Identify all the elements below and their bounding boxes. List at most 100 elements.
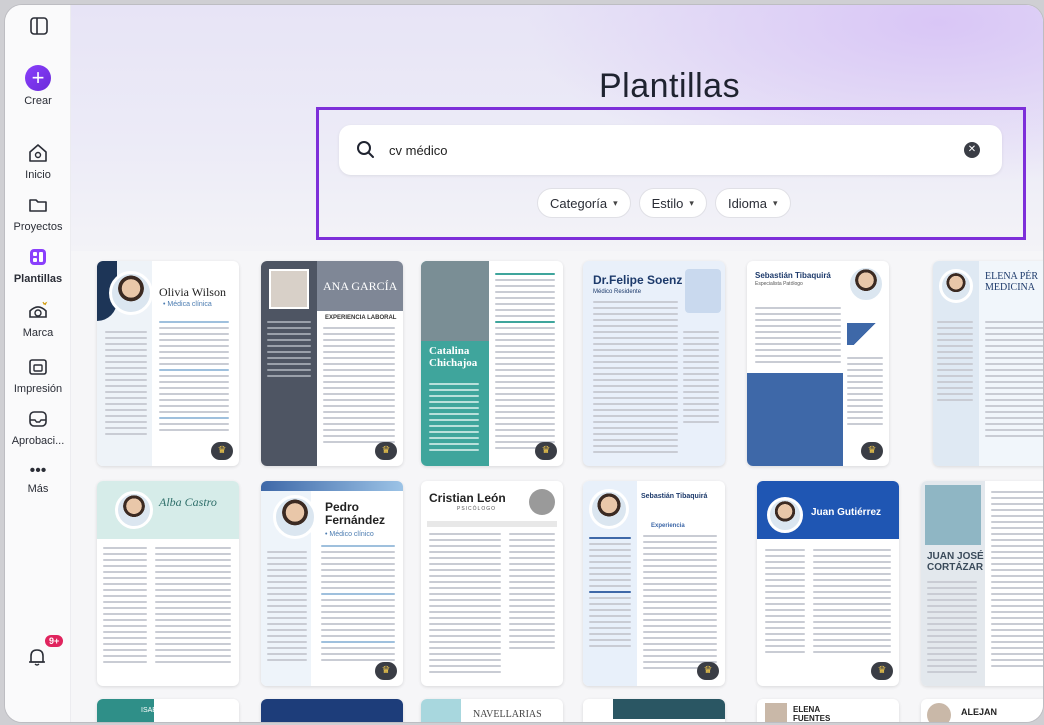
template-card[interactable]: ISABEL: [97, 699, 239, 722]
avatar: [939, 269, 973, 303]
hero-header: Plantillas ✕ Categoría ▾ Estilo ▾: [71, 5, 1043, 251]
sidebar-item-proyectos[interactable]: Proyectos: [5, 193, 71, 233]
template-card[interactable]: Catalina Chichajoa ♛: [421, 261, 563, 466]
template-name: Sebastián Tibaquirá: [755, 271, 831, 280]
template-card[interactable]: Juan Gutiérrez ♛: [757, 481, 899, 686]
sidebar-item-inicio[interactable]: Inicio: [5, 141, 71, 181]
template-name: ANA GARCÍA: [323, 279, 398, 293]
avatar: [589, 489, 629, 529]
template-subtitle: • Médico clínico: [325, 531, 374, 538]
chevron-down-icon: ▾: [689, 197, 694, 208]
template-card[interactable]: Pedro Fernández • Médico clínico ♛: [261, 481, 403, 686]
crown-icon: ♛: [871, 662, 893, 680]
template-subtitle: EXPERIENCIA LABORAL: [325, 315, 397, 321]
sidebar-item-label: Inicio: [25, 169, 51, 181]
notification-badge: 9+: [43, 633, 66, 649]
sidebar-toggle-icon[interactable]: [28, 15, 50, 37]
template-card[interactable]: Cristian León PSICÓLOGO: [421, 481, 563, 686]
app-window: + Crear Inicio Proyectos Plantillas Marc…: [4, 4, 1044, 723]
filter-bar: Categoría ▾ Estilo ▾ Idioma ▾: [537, 188, 791, 218]
sidebar-item-label: Crear: [24, 95, 52, 107]
template-name: Dr.Felipe Soenz: [593, 273, 683, 287]
sidebar-item-crear[interactable]: + Crear: [5, 65, 71, 107]
template-subtitle: Especialista Patólogo: [755, 281, 803, 287]
template-name: ELENA FUENTES: [793, 705, 831, 722]
main-content: Plantillas ✕ Categoría ▾ Estilo ▾: [71, 5, 1043, 722]
clear-search-icon[interactable]: ✕: [964, 142, 980, 158]
sidebar-item-mas[interactable]: ••• Más: [5, 462, 71, 496]
template-name: Alba Castro: [159, 495, 217, 509]
template-card[interactable]: Alba Castro: [97, 481, 239, 686]
brand-icon: [29, 301, 48, 318]
filter-label: Categoría: [550, 195, 608, 211]
template-card[interactable]: Sebastián Tibaquirá Experiencia ♛: [583, 481, 725, 686]
template-subtitle: Experiencia: [651, 523, 685, 529]
filter-categoria[interactable]: Categoría ▾: [537, 188, 631, 218]
avatar: [847, 265, 885, 303]
more-icon: •••: [29, 462, 47, 479]
sidebar-item-label: Marca: [22, 327, 54, 339]
filter-idioma[interactable]: Idioma ▾: [714, 188, 791, 218]
sidebar-item-impresion[interactable]: Impresión: [5, 355, 71, 395]
sidebar-item-label: Proyectos: [13, 221, 63, 233]
template-name: Pedro Fernández: [325, 500, 386, 527]
sidebar: + Crear Inicio Proyectos Plantillas Marc…: [5, 5, 71, 722]
filter-estilo[interactable]: Estilo ▾: [638, 188, 707, 218]
search-input[interactable]: [389, 139, 929, 161]
sidebar-item-label: Más: [27, 483, 49, 495]
page-title: Plantillas: [599, 67, 741, 105]
home-icon: [29, 144, 47, 162]
template-card[interactable]: [583, 699, 725, 722]
crown-icon: ♛: [861, 442, 883, 460]
plus-icon: +: [25, 65, 51, 91]
template-card[interactable]: ANA GARCÍA EXPERIENCIA LABORAL ♛: [261, 261, 403, 466]
template-name: Sebastián Tibaquirá: [641, 493, 708, 500]
avatar: [273, 495, 317, 539]
template-subtitle: • Médica clínica: [163, 301, 212, 308]
template-name: Catalina Chichajoa: [429, 345, 478, 369]
search-icon: [357, 141, 374, 158]
sidebar-item-label: Aprobaci...: [11, 435, 65, 447]
sidebar-item-label: Plantillas: [13, 273, 63, 285]
template-name: NAVELLARIAS: [473, 709, 542, 720]
sidebar-item-plantillas[interactable]: Plantillas: [5, 245, 71, 285]
sidebar-item-label: Impresión: [13, 383, 63, 395]
template-name: JUAN JOSÉ CORTÁZAR: [927, 551, 984, 573]
crown-icon: ♛: [375, 662, 397, 680]
template-card[interactable]: Olivia Wilson • Médica clínica ♛: [97, 261, 239, 466]
template-card[interactable]: [261, 699, 403, 722]
template-card[interactable]: Sebastián Tibaquirá Especialista Patólog…: [747, 261, 889, 466]
sidebar-item-marca[interactable]: Marca: [5, 299, 71, 339]
template-name: Olivia Wilson: [159, 285, 226, 299]
filter-label: Estilo: [651, 195, 684, 211]
template-name: Juan Gutiérrez: [811, 507, 882, 518]
template-card[interactable]: ALEJAN: [921, 699, 1043, 722]
sidebar-item-aprobaciones[interactable]: Aprobaci...: [5, 407, 71, 447]
template-name: ALEJAN: [961, 707, 998, 717]
template-card[interactable]: ELENA FUENTES: [757, 699, 899, 722]
template-card[interactable]: NAVELLARIAS: [421, 699, 563, 722]
print-icon: [29, 359, 47, 375]
chevron-down-icon: ▾: [613, 197, 618, 208]
avatar: [109, 271, 153, 315]
crown-icon: ♛: [535, 442, 557, 460]
crown-icon: ♛: [375, 442, 397, 460]
inbox-icon: [29, 411, 47, 427]
template-subtitle: PSICÓLOGO: [457, 506, 497, 512]
template-name: Cristian León: [429, 491, 506, 505]
search-bar[interactable]: ✕: [339, 125, 1002, 175]
folder-icon: [29, 199, 47, 212]
crown-icon: ♛: [697, 662, 719, 680]
crown-icon: ♛: [211, 442, 233, 460]
avatar: [115, 491, 153, 529]
template-name: ELENA PÉR MEDICINA: [985, 271, 1039, 293]
filter-label: Idioma: [727, 195, 767, 211]
bell-icon[interactable]: [25, 645, 49, 669]
avatar: [767, 497, 803, 533]
template-name: ISABEL: [141, 707, 166, 714]
template-card[interactable]: Dr.Felipe Soenz Médico Residente: [583, 261, 725, 466]
template-card[interactable]: JUAN JOSÉ CORTÁZAR: [921, 481, 1043, 686]
template-card[interactable]: ELENA PÉR MEDICINA: [933, 261, 1043, 466]
template-subtitle: Médico Residente: [593, 289, 642, 295]
chevron-down-icon: ▾: [772, 197, 778, 208]
